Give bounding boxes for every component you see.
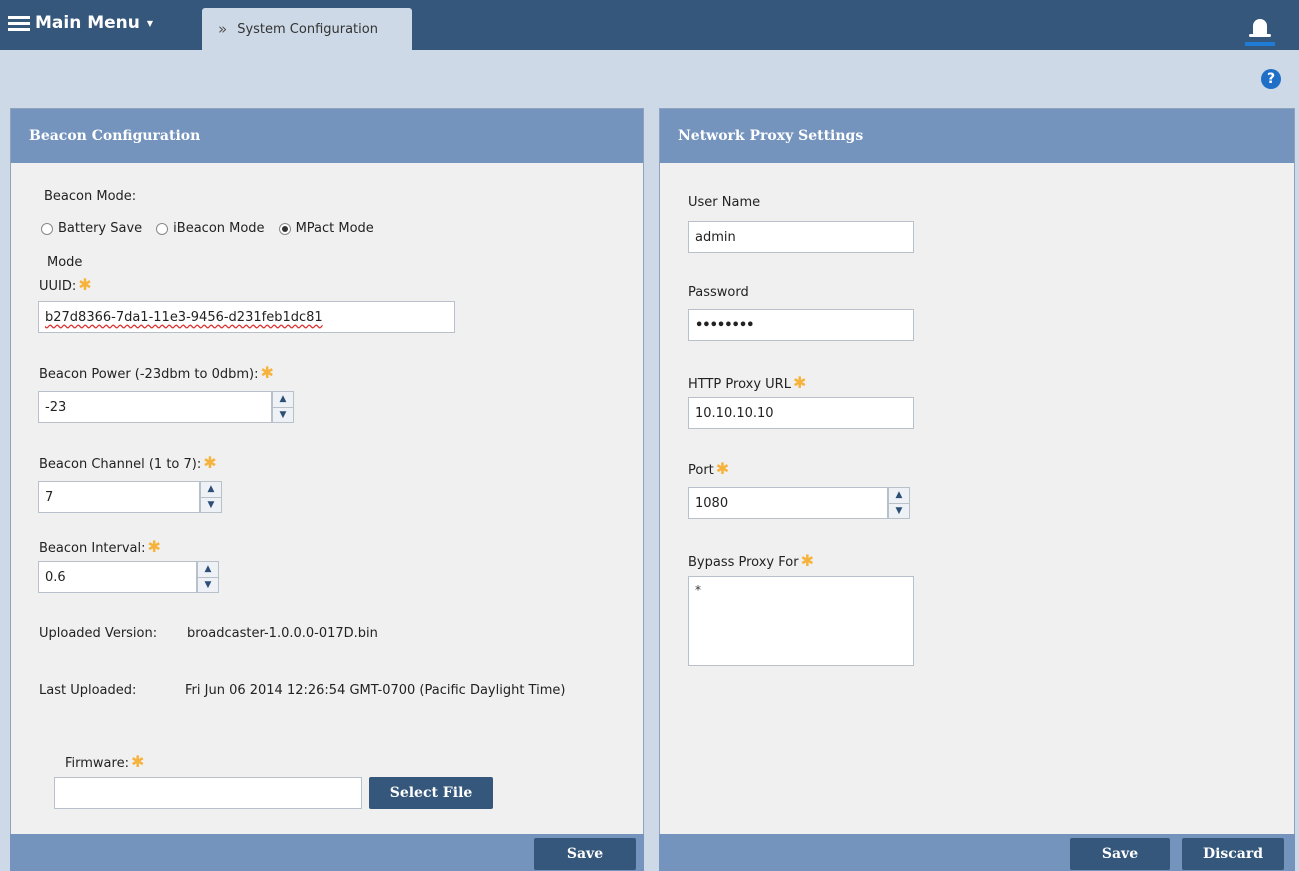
main-menu-button[interactable]: Main Menu ▼ [8,8,153,38]
last-uploaded-label: Last Uploaded: [39,683,137,698]
beacon-channel-value: 7 [45,489,54,505]
uuid-value: b27d8366-7da1-11e3-9456-d231feb1dc81 [45,309,323,325]
bell-icon[interactable] [1245,12,1275,46]
radio-button-checked[interactable] [278,222,291,235]
beacon-interval-label-text: Beacon Interval: [39,541,146,556]
top-bar: Main Menu ▼ » System Configuration [0,0,1299,50]
bypass-proxy-label-text: Bypass Proxy For [688,555,799,570]
radio-ibeacon-mode[interactable]: iBeacon Mode [156,221,265,236]
beacon-power-label: Beacon Power (-23dbm to 0dbm): ✱ [39,363,274,382]
uploaded-version-value: broadcaster-1.0.0.0-017D.bin [187,626,378,641]
radio-mpact-mode[interactable]: MPact Mode [278,221,374,236]
username-label: User Name [688,195,761,210]
required-icon: ✱ [792,373,807,392]
radio-button[interactable] [41,222,53,235]
required-icon: ✱ [800,551,814,570]
uuid-input[interactable]: b27d8366-7da1-11e3-9456-d231feb1dc81 [38,301,455,333]
beacon-mode-label: Beacon Mode: [44,189,137,204]
password-value: •••••••• [695,317,754,333]
http-proxy-url-label: HTTP Proxy URL ✱ [688,373,806,392]
spinner-down-icon[interactable]: ▼ [198,578,218,593]
panel-footer: Save Discard [659,834,1295,871]
radio-battery-save[interactable]: Battery Save [41,221,142,236]
username-input[interactable]: admin [688,221,914,253]
beacon-channel-label: Beacon Channel (1 to 7): ✱ [39,453,217,472]
main-menu-label: Main Menu [35,13,140,33]
radio-button[interactable] [156,222,169,235]
spinner-down-icon[interactable]: ▼ [889,504,909,519]
mode-label: Mode [47,255,83,270]
save-button[interactable]: Save [1070,838,1170,870]
panel-title: Network Proxy Settings [660,109,1294,163]
beacon-interval-input[interactable]: 0.6 [38,561,197,593]
last-uploaded-value: Fri Jun 06 2014 12:26:54 GMT-0700 (Pacif… [185,683,566,698]
select-file-button[interactable]: Select File [369,777,493,809]
spinner-up-icon[interactable]: ▲ [201,482,221,498]
tab-system-configuration[interactable]: » System Configuration [202,8,412,50]
beacon-interval-stepper[interactable]: ▲ ▼ [197,561,219,593]
port-input[interactable]: 1080 [688,487,888,519]
beacon-power-stepper[interactable]: ▲ ▼ [272,391,294,423]
beacon-channel-stepper[interactable]: ▲ ▼ [200,481,222,513]
panel-title: Beacon Configuration [11,109,643,163]
bypass-proxy-label: Bypass Proxy For ✱ [688,551,814,570]
beacon-interval-label: Beacon Interval: ✱ [39,537,161,556]
spinner-up-icon[interactable]: ▲ [273,392,293,408]
beacon-channel-label-text: Beacon Channel (1 to 7): [39,457,202,472]
spinner-up-icon[interactable]: ▲ [198,562,218,578]
chevron-double-right-icon: » [218,20,228,38]
port-stepper[interactable]: ▲ ▼ [888,487,910,519]
required-icon: ✱ [130,752,145,771]
firmware-label: Firmware: ✱ [65,752,144,771]
spinner-down-icon[interactable]: ▼ [201,498,221,513]
username-value: admin [695,229,736,245]
radio-label: Battery Save [58,221,143,236]
required-icon: ✱ [260,363,274,382]
beacon-configuration-panel: Beacon Configuration Beacon Mode: Batter… [10,108,644,871]
uploaded-version-label: Uploaded Version: [39,626,158,641]
required-icon: ✱ [203,453,217,472]
port-label: Port ✱ [688,459,729,478]
password-label: Password [688,285,749,300]
bypass-proxy-value: * [695,583,701,597]
firmware-label-text: Firmware: [65,756,129,771]
caret-down-icon: ▼ [146,18,154,28]
http-proxy-url-input[interactable]: 10.10.10.10 [688,397,914,429]
save-button[interactable]: Save [534,838,636,870]
required-icon: ✱ [715,459,730,478]
beacon-power-input[interactable]: -23 [38,391,272,423]
beacon-channel-input[interactable]: 7 [38,481,200,513]
required-icon: ✱ [78,275,92,294]
beacon-mode-radio-group: Battery Save iBeacon Mode MPact Mode [41,221,382,236]
http-proxy-url-label-text: HTTP Proxy URL [688,377,791,392]
port-label-text: Port [688,463,714,478]
tab-label: System Configuration [237,21,378,37]
radio-label: iBeacon Mode [173,221,265,236]
panel-footer: Save [10,834,644,871]
bypass-proxy-textarea[interactable]: * [688,576,914,666]
beacon-power-value: -23 [45,399,67,415]
uuid-label: UUID: ✱ [39,275,92,294]
http-proxy-url-value: 10.10.10.10 [695,405,774,421]
discard-button[interactable]: Discard [1182,838,1284,870]
spinner-up-icon[interactable]: ▲ [889,488,909,504]
firmware-file-input[interactable] [54,777,362,809]
beacon-power-label-text: Beacon Power (-23dbm to 0dbm): [39,367,259,382]
required-icon: ✱ [147,537,161,556]
beacon-interval-value: 0.6 [45,569,66,585]
hamburger-icon [8,15,30,31]
port-value: 1080 [695,495,729,511]
uuid-label-text: UUID: [39,279,77,294]
password-input[interactable]: •••••••• [688,309,914,341]
spinner-down-icon[interactable]: ▼ [273,408,293,423]
network-proxy-panel: Network Proxy Settings User Name admin P… [659,108,1295,871]
help-icon[interactable]: ? [1261,69,1281,89]
radio-label: MPact Mode [295,221,374,236]
